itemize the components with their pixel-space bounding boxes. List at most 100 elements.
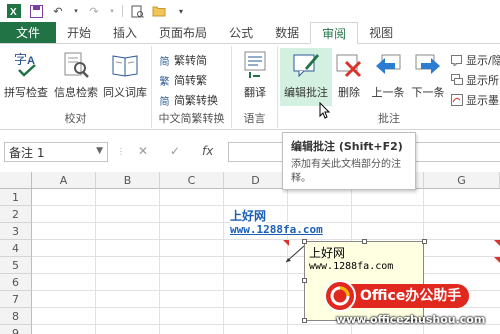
confirm-entry-icon[interactable]: ✓ (170, 144, 180, 158)
customize-qat-icon[interactable]: ▾ (173, 3, 189, 19)
row-header-1[interactable]: 1 (0, 189, 32, 206)
show-hide-comment-label: 显示/隐 (466, 54, 500, 67)
group-language: 翻译 语言 (232, 46, 278, 128)
tab-file[interactable]: 文件 (0, 22, 57, 43)
spell-check-icon: 字A (14, 52, 36, 77)
to-simplified-label: 繁转简 (174, 54, 207, 67)
save-icon[interactable] (28, 3, 44, 19)
column-header-g[interactable]: G (424, 172, 500, 189)
to-simplified-button[interactable]: 简 繁转简 (158, 52, 208, 68)
grid-line (95, 189, 96, 334)
row-header-8[interactable]: 8 (0, 308, 32, 325)
open-folder-icon[interactable] (151, 3, 167, 19)
select-all-corner[interactable] (0, 172, 32, 189)
comment-author: 上好网 (309, 246, 346, 260)
row-header-4[interactable]: 4 (0, 240, 32, 257)
cell-d2[interactable]: 上好网 (230, 207, 267, 224)
show-all-comments-label: 显示所 (466, 74, 499, 87)
group-proofing-label: 校对 (64, 112, 87, 125)
formula-bar: 备注 1 ▼ ⋮ ✕ ✓ fx (0, 138, 500, 166)
to-traditional-icon: 繁 (159, 76, 170, 88)
name-box[interactable]: 备注 1 ▼ (4, 142, 108, 162)
tooltip-title: 编辑批注 (Shift+F2) (291, 140, 403, 153)
tab-insert[interactable]: 插入 (102, 22, 148, 43)
insert-function-icon[interactable]: fx (202, 144, 213, 158)
row-header-5[interactable]: 5 (0, 257, 32, 274)
cell-d3[interactable]: www.1288fa.com (230, 223, 323, 236)
row-header-3[interactable]: 3 (0, 223, 32, 240)
tab-view[interactable]: 视图 (358, 22, 404, 43)
watermark-logo-icon (324, 280, 356, 312)
name-box-dropdown-icon[interactable]: ▼ (96, 146, 103, 156)
group-proofing: 字A 拼写检查 信息检索 同义词库 校对 (0, 46, 152, 128)
research-label: 信息检索 (54, 86, 98, 99)
delete-comment-label: 删除 (338, 86, 360, 99)
translate-label: 翻译 (244, 86, 266, 99)
translate-button[interactable]: 翻译 (236, 50, 274, 100)
previous-comment-button[interactable]: 上一条 (368, 50, 408, 100)
resize-handle[interactable] (302, 318, 307, 323)
formula-bar-menu-icon[interactable]: ⋮ (117, 147, 125, 156)
grid-line (32, 273, 500, 274)
quick-access-toolbar: X ↶ ▾ ↷ ▾ ▾ (0, 0, 500, 22)
redo-dropdown-icon[interactable]: ▾ (108, 3, 116, 19)
name-box-value: 备注 1 (9, 145, 45, 160)
chinese-convert-label: 简繁转换 (174, 94, 218, 107)
column-header-a[interactable]: A (32, 172, 96, 189)
comment-body: www.1288fa.com (309, 261, 394, 272)
to-simplified-icon: 简 (159, 56, 170, 68)
spell-check-button[interactable]: 字A 拼写检查 (4, 50, 48, 100)
tab-review[interactable]: 审阅 (310, 22, 359, 44)
group-comments-label: 批注 (378, 112, 400, 125)
svg-text:X: X (10, 7, 17, 18)
delete-comment-button[interactable]: 删除 (334, 50, 364, 100)
tab-data[interactable]: 数据 (264, 22, 310, 43)
show-ink-button[interactable]: 显示墨 (450, 92, 499, 108)
edit-comment-tooltip: 编辑批注 (Shift+F2) 添加有关此文档部分的注释。 (282, 132, 416, 190)
cancel-entry-icon[interactable]: ✕ (138, 144, 148, 158)
tooltip-description: 添加有关此文档部分的注释。 (291, 159, 401, 184)
group-language-label: 语言 (243, 112, 266, 125)
next-comment-button[interactable]: 下一条 (408, 50, 448, 100)
show-ink-label: 显示墨 (466, 94, 499, 107)
undo-dropdown-icon[interactable]: ▾ (72, 3, 80, 19)
chinese-convert-button[interactable]: 简 简繁转换 (158, 92, 219, 108)
comment-leader-line (286, 245, 305, 263)
grid-line (223, 189, 224, 334)
resize-handle[interactable] (362, 239, 367, 244)
tab-home[interactable]: 开始 (56, 22, 102, 43)
show-all-comments-button[interactable]: 显示所 (450, 72, 499, 88)
tab-formulas[interactable]: 公式 (218, 22, 264, 43)
row-header-6[interactable]: 6 (0, 274, 32, 291)
redo-icon[interactable]: ↷ (86, 3, 102, 19)
row-header-9[interactable]: 9 (0, 325, 32, 334)
research-button[interactable]: 信息检索 (52, 50, 100, 100)
column-header-b[interactable]: B (96, 172, 160, 189)
chinese-convert-icon: 简 (159, 96, 170, 108)
resize-handle[interactable] (302, 278, 307, 283)
row-header-7[interactable]: 7 (0, 291, 32, 308)
group-chinese-conversion-label: 中文简繁转换 (158, 112, 225, 125)
edit-comment-label: 编辑批注 (284, 86, 328, 99)
column-header-c[interactable]: C (160, 172, 224, 189)
thesaurus-icon (112, 55, 138, 77)
show-hide-comment-button[interactable]: 显示/隐 (450, 52, 500, 68)
watermark: Office办公助手 www.officezhushou.com (324, 280, 500, 334)
thesaurus-button[interactable]: 同义词库 (102, 50, 148, 100)
ribbon-tab-bar: 文件 开始 插入 页面布局 公式 数据 审阅 视图 (0, 22, 500, 44)
row-header-2[interactable]: 2 (0, 206, 32, 223)
spell-check-label: 拼写检查 (4, 86, 48, 99)
group-chinese-conversion: 简 繁转简 繁 简转繁 简 简繁转换 中文简繁转换 (152, 46, 232, 128)
tab-page-layout[interactable]: 页面布局 (148, 22, 218, 43)
column-header-d[interactable]: D (224, 172, 288, 189)
comment-indicator-icon (494, 257, 500, 263)
show-all-comments-icon (450, 74, 463, 87)
to-traditional-button[interactable]: 繁 简转繁 (158, 72, 208, 88)
resize-handle[interactable] (302, 239, 307, 244)
print-preview-icon[interactable] (129, 3, 145, 19)
undo-icon[interactable]: ↶ (50, 3, 66, 19)
edit-comment-button[interactable]: 编辑批注 (280, 48, 332, 106)
resize-handle[interactable] (422, 239, 427, 244)
show-ink-icon (450, 94, 463, 107)
previous-comment-label: 上一条 (371, 86, 405, 99)
